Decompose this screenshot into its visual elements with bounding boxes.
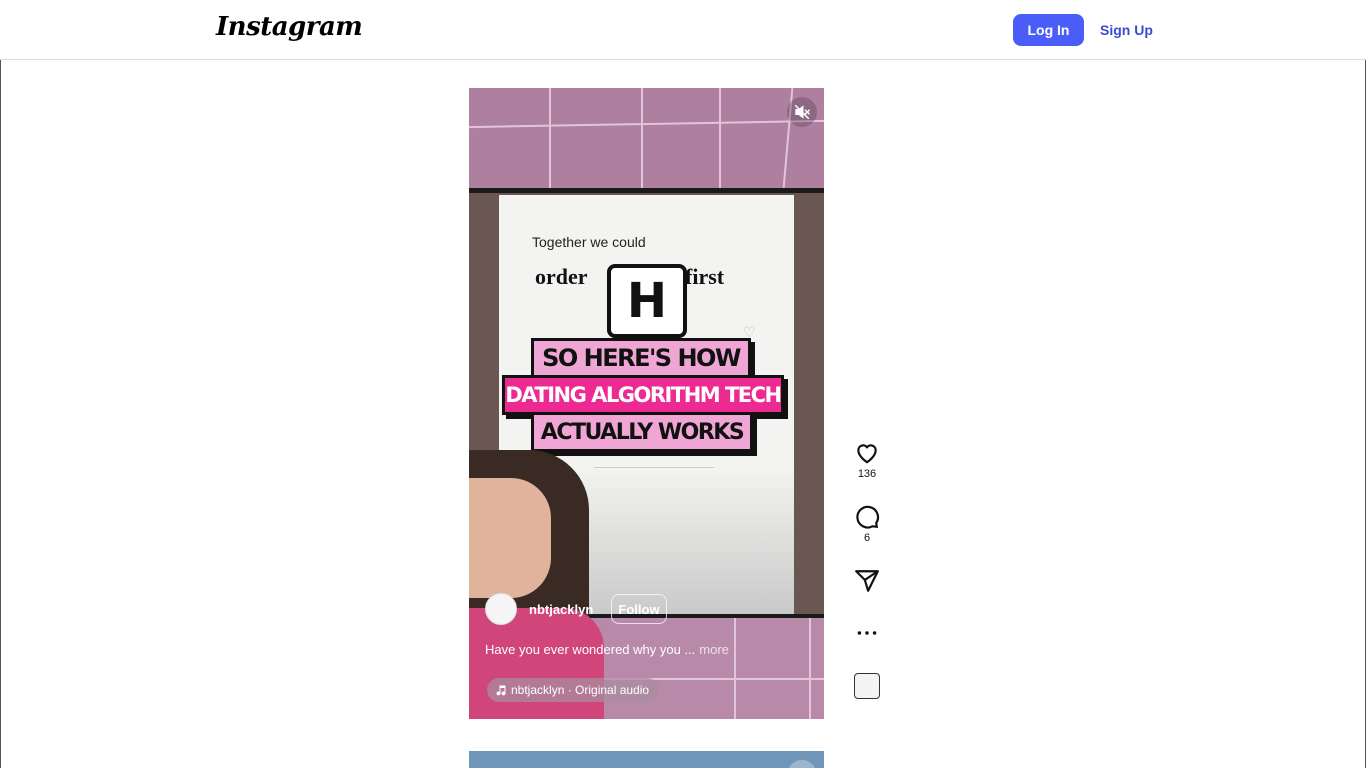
share-button[interactable] <box>846 568 888 594</box>
share-icon <box>855 570 879 592</box>
more-icon <box>857 631 877 635</box>
grid-line <box>809 618 811 719</box>
audio-link[interactable]: nbtjacklyn · Original audio <box>487 678 660 702</box>
follow-button[interactable]: Follow <box>611 594 667 624</box>
audio-thumbnail[interactable] <box>854 673 880 699</box>
music-icon <box>496 685 506 696</box>
comment-count: 6 <box>863 532 871 544</box>
mute-icon <box>794 104 811 120</box>
overlay-text-line2-right: first <box>685 264 725 289</box>
reel-video[interactable]: Together we could order first ♡ H SO HER… <box>469 88 824 719</box>
video-frame-border <box>469 188 824 193</box>
reel-caption: Have you ever wondered why you ... more <box>485 642 729 657</box>
comment-button[interactable]: 6 <box>846 504 888 544</box>
audio-label: nbtjacklyn · Original audio <box>511 683 650 697</box>
overlay-text-line1: Together we could <box>532 234 646 250</box>
reel-username[interactable]: nbtjacklyn <box>529 602 593 617</box>
caption-text: Have you ever wondered why you ... <box>485 642 696 657</box>
grid-line <box>641 88 643 188</box>
instagram-logo[interactable]: Instagram <box>216 12 363 42</box>
like-count: 136 <box>857 468 877 480</box>
grid-line <box>734 618 736 719</box>
next-reel-video[interactable] <box>469 751 824 768</box>
more-options-button[interactable] <box>846 620 888 646</box>
grid-line <box>719 88 721 188</box>
top-nav-bar: Instagram Log In Sign Up <box>0 0 1366 60</box>
person-face <box>469 478 551 598</box>
overlay-text-line2-left: order <box>535 264 588 289</box>
signup-link[interactable]: Sign Up <box>1100 22 1153 38</box>
overlay-banner-3: ACTUALLY WORKS <box>531 412 753 452</box>
comment-icon <box>856 505 880 529</box>
viewport-border-left <box>0 60 1 768</box>
person-shirt <box>469 608 604 719</box>
paper-divider <box>594 467 714 468</box>
like-button[interactable]: 136 <box>846 440 888 480</box>
heart-icon <box>857 444 877 464</box>
avatar[interactable] <box>485 593 517 625</box>
video-background-top <box>469 88 824 188</box>
grid-line <box>549 88 551 188</box>
login-button[interactable]: Log In <box>1013 14 1084 46</box>
hinge-logo: H <box>607 264 687 338</box>
mute-button[interactable] <box>787 97 817 127</box>
overlay-banner-1: SO HERE'S HOW <box>531 338 751 378</box>
mute-button[interactable] <box>787 760 817 768</box>
overlay-banner-2: DATING ALGORITHM TECH <box>502 375 784 415</box>
caption-more-link[interactable]: more <box>699 642 729 657</box>
